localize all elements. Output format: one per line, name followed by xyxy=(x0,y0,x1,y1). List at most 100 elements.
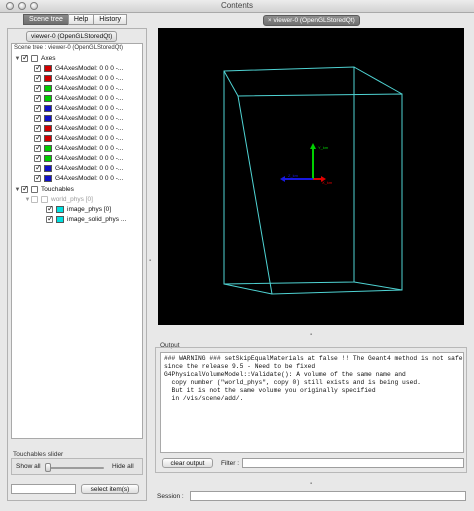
tree-item-label: G4AxesModel: 0 0 0 -... xyxy=(55,85,124,92)
color-swatch[interactable] xyxy=(44,155,52,162)
color-swatch[interactable] xyxy=(44,175,52,182)
tree-item-label: G4AxesModel: 0 0 0 -... xyxy=(55,95,124,102)
item-checkbox[interactable] xyxy=(34,163,42,172)
tree-item-axes-model[interactable]: G4AxesModel: 0 0 0 -... xyxy=(34,173,124,183)
window-title: Contents xyxy=(220,1,254,10)
item-checkbox[interactable] xyxy=(34,83,42,92)
tree-item-label: G4AxesModel: 0 0 0 -... xyxy=(55,175,124,182)
tree-item-label: image_phys [0] xyxy=(67,206,112,213)
horizontal-splitter-handle[interactable]: ▪ xyxy=(310,332,312,338)
color-swatch[interactable] xyxy=(44,125,52,132)
axes-secondary-checkbox[interactable] xyxy=(31,55,38,62)
color-swatch[interactable] xyxy=(44,65,52,72)
tree-item-label: G4AxesModel: 0 0 0 -... xyxy=(55,155,124,162)
tree-node-label: Touchables xyxy=(41,186,74,193)
tab-help[interactable]: Help xyxy=(67,14,95,25)
world-checkbox[interactable] xyxy=(31,196,38,203)
output-log[interactable]: ### WARNING ### setSkipEqualMaterials at… xyxy=(160,352,464,453)
tree-item-axes-model[interactable]: G4AxesModel: 0 0 0 -... xyxy=(34,143,124,153)
tree-item-axes-model[interactable]: G4AxesModel: 0 0 0 -... xyxy=(34,83,124,93)
tree-node-axes[interactable]: ▼ Axes xyxy=(14,53,56,63)
viewer-tab-close-icon[interactable]: × xyxy=(268,18,272,24)
session-input[interactable] xyxy=(190,491,466,501)
color-swatch[interactable] xyxy=(44,75,52,82)
color-swatch[interactable] xyxy=(44,95,52,102)
tree-item-label: G4AxesModel: 0 0 0 -... xyxy=(55,75,124,82)
tree-item-label: G4AxesModel: 0 0 0 -... xyxy=(55,115,124,122)
slider-thumb[interactable] xyxy=(45,463,51,472)
tree-node-world-phys[interactable]: ▼ world_phys [0] xyxy=(24,195,93,204)
tree-item-axes-model[interactable]: G4AxesModel: 0 0 0 -... xyxy=(34,153,124,163)
tab-scene-tree[interactable]: Scene tree xyxy=(23,14,69,25)
item-checkbox[interactable] xyxy=(34,173,42,182)
vertical-splitter-handle[interactable]: ▪ xyxy=(149,258,151,264)
tree-item-axes-model[interactable]: G4AxesModel: 0 0 0 -... xyxy=(34,103,123,113)
tree-item-axes-model[interactable]: G4AxesModel: 0 0 0 -... xyxy=(34,163,123,173)
scene-tree-viewer-chip[interactable]: viewer-0 (OpenGLStoredQt) xyxy=(26,31,118,42)
expand-arrow-icon[interactable]: ▼ xyxy=(14,56,21,62)
touchables-slider[interactable] xyxy=(45,463,104,472)
tree-item-image-phys[interactable]: image_phys [0] xyxy=(46,204,112,214)
item-checkbox[interactable] xyxy=(34,73,42,82)
filter-input[interactable] xyxy=(242,458,464,468)
tree-item-axes-model[interactable]: G4AxesModel: 0 0 0 -... xyxy=(34,133,124,143)
opengl-viewer[interactable]: Y_km X_km Z_km xyxy=(158,28,464,325)
tree-item-axes-model[interactable]: G4AxesModel: 0 0 0 -... xyxy=(34,123,124,133)
color-swatch[interactable] xyxy=(44,85,52,92)
tree-node-label: Axes xyxy=(41,55,56,62)
touchables-slider-box: Show all Hide all xyxy=(11,458,143,475)
tree-item-label: G4AxesModel: 0 0 0 -... xyxy=(55,125,124,132)
expand-arrow-icon[interactable]: ▼ xyxy=(14,187,21,193)
color-swatch[interactable] xyxy=(56,206,64,213)
world-secondary-checkbox[interactable] xyxy=(41,196,48,203)
item-checkbox[interactable] xyxy=(34,63,42,72)
select-items-input[interactable] xyxy=(11,484,76,494)
expand-arrow-icon[interactable]: ▼ xyxy=(24,197,31,203)
viewer-tab-label: viewer-0 (OpenGLStoredQt) xyxy=(273,17,355,24)
tree-item-axes-model[interactable]: G4AxesModel: 0 0 0 -... xyxy=(34,73,124,83)
tree-item-axes-model[interactable]: G4AxesModel: 0 0 0 -... xyxy=(34,93,124,103)
box-edge xyxy=(223,283,273,295)
session-label: Session : xyxy=(157,493,184,500)
item-checkbox[interactable] xyxy=(34,113,42,122)
scene-tree-panel: viewer-0 (OpenGLStoredQt) Scene tree : v… xyxy=(7,28,147,501)
item-checkbox[interactable] xyxy=(34,93,42,102)
x-axis-label: X_km xyxy=(322,180,333,185)
scene-tree-box: Scene tree : viewer-0 (OpenGLStoredQt) ▼… xyxy=(11,43,143,439)
tree-item-label: G4AxesModel: 0 0 0 -... xyxy=(55,145,124,152)
clear-output-button[interactable]: clear output xyxy=(162,458,213,468)
tree-node-touchables[interactable]: ▼ Touchables xyxy=(14,184,74,194)
color-swatch[interactable] xyxy=(44,135,52,142)
tree-item-label: image_solid_phys ... xyxy=(67,216,127,223)
item-checkbox[interactable] xyxy=(34,123,42,132)
color-swatch[interactable] xyxy=(44,115,52,122)
touchables-secondary-checkbox[interactable] xyxy=(31,186,38,193)
item-checkbox[interactable] xyxy=(34,153,42,162)
axes-checkbox[interactable] xyxy=(21,53,29,62)
box-edge xyxy=(353,66,403,95)
item-checkbox[interactable] xyxy=(46,204,54,213)
touchables-checkbox[interactable] xyxy=(21,184,29,193)
tree-node-label: world_phys [0] xyxy=(51,196,93,203)
item-checkbox[interactable] xyxy=(34,143,42,152)
viewer-tab[interactable]: × viewer-0 (OpenGLStoredQt) xyxy=(263,15,360,26)
tab-history[interactable]: History xyxy=(93,14,128,25)
hide-all-label: Hide all xyxy=(112,463,134,470)
tree-item-axes-model[interactable]: G4AxesModel: 0 0 0 -... xyxy=(34,113,124,123)
color-swatch[interactable] xyxy=(44,105,52,112)
color-swatch[interactable] xyxy=(44,145,52,152)
y-axis-arrow-icon xyxy=(310,143,316,149)
tree-item-image-solid-phys[interactable]: image_solid_phys ... xyxy=(46,214,127,224)
bottom-splitter-handle[interactable]: ▪ xyxy=(310,481,312,487)
tree-item-axes-model[interactable]: G4AxesModel: 0 0 0 -... xyxy=(34,63,123,73)
touchables-slider-title: Touchables slider xyxy=(13,451,64,458)
select-items-button[interactable]: select item(s) xyxy=(81,484,139,494)
axes-gizmo: Y_km X_km Z_km xyxy=(280,143,333,185)
item-checkbox[interactable] xyxy=(34,103,42,112)
item-checkbox[interactable] xyxy=(46,214,54,223)
box-front-face xyxy=(237,93,403,295)
item-checkbox[interactable] xyxy=(34,133,42,142)
tree-item-label: G4AxesModel: 0 0 0 -... xyxy=(55,135,124,142)
color-swatch[interactable] xyxy=(44,165,52,172)
color-swatch[interactable] xyxy=(56,216,64,223)
